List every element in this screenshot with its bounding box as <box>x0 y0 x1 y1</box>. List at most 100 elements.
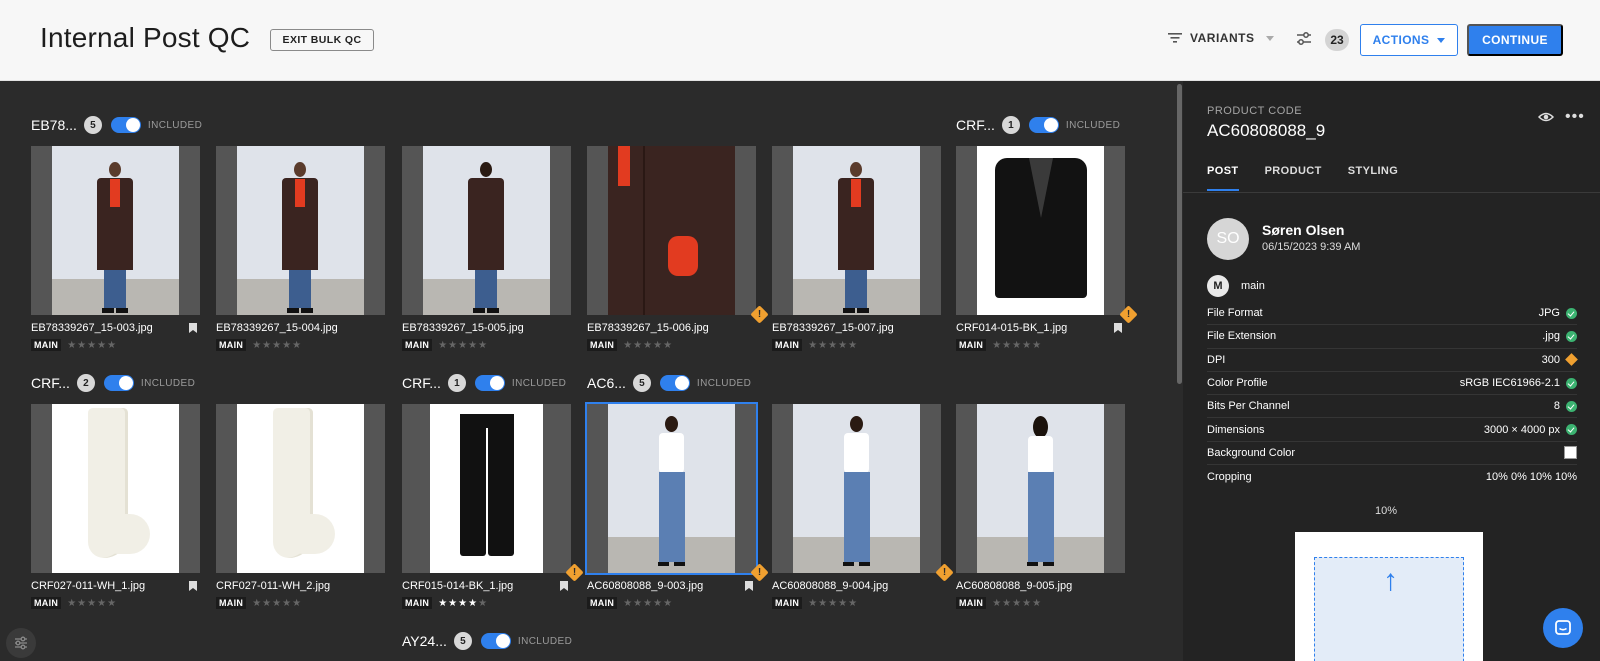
chat-support-button[interactable] <box>1543 608 1583 648</box>
image-thumbnail[interactable] <box>587 146 756 315</box>
image-card[interactable]: EB78339267_15-003.jpg MAIN ★★★★★ <box>31 146 200 351</box>
tab-styling[interactable]: STYLING <box>1348 165 1398 191</box>
image-card[interactable]: EB78339267_15-007.jpg MAIN ★★★★★ <box>772 146 941 351</box>
include-toggle[interactable] <box>480 633 511 649</box>
bookmark-icon[interactable] <box>745 581 753 591</box>
warning-icon[interactable]: ! <box>935 563 954 582</box>
panel-tabs: POST PRODUCT STYLING <box>1207 165 1398 191</box>
image-filename: EB78339267_15-007.jpg <box>772 322 894 334</box>
group-count-badge: 2 <box>76 374 95 392</box>
star-rating[interactable]: ★★★★★ <box>623 340 673 351</box>
product-photo <box>608 146 735 315</box>
warning-icon[interactable]: ! <box>750 563 769 582</box>
divider <box>1183 192 1600 193</box>
warning-icon[interactable]: ! <box>565 563 584 582</box>
include-toggle[interactable] <box>1028 117 1059 133</box>
product-photo <box>793 404 920 573</box>
property-value: 300 <box>1541 353 1560 366</box>
group-status: INCLUDED <box>140 377 196 389</box>
image-card[interactable]: CRF027-011-WH_2.jpg MAIN ★★★★★ <box>216 404 385 609</box>
variant-tag: MAIN <box>772 339 803 351</box>
include-toggle[interactable] <box>103 375 134 391</box>
top-bar: Internal Post QC EXIT BULK QC VARIANTS 2… <box>0 0 1600 81</box>
star-rating[interactable]: ★★★★★ <box>808 340 858 351</box>
group-count-badge: 5 <box>83 116 102 134</box>
image-card[interactable]: ! CRF015-014-BK_1.jpg MAIN ★★★★★ <box>402 404 584 609</box>
warning-icon[interactable]: ! <box>750 305 769 324</box>
bookmark-icon[interactable] <box>1114 323 1122 333</box>
bookmark-icon[interactable] <box>189 323 197 333</box>
property-value: 3000 × 4000 px <box>1483 423 1560 436</box>
image-thumbnail[interactable] <box>585 402 758 575</box>
tab-product[interactable]: PRODUCT <box>1265 165 1322 191</box>
more-options-icon[interactable]: ••• <box>1565 108 1585 126</box>
property-value: .jpg <box>1542 330 1560 343</box>
include-toggle[interactable] <box>110 117 141 133</box>
variants-filter[interactable]: VARIANTS <box>1168 31 1275 45</box>
filter-settings-button[interactable] <box>6 628 36 658</box>
check-circle-icon <box>1566 330 1577 342</box>
product-photo <box>977 404 1104 573</box>
crop-area[interactable]: ↑ <box>1314 557 1464 661</box>
group-count-badge: 1 <box>1001 116 1020 134</box>
check-circle-icon <box>1566 307 1577 319</box>
product-photo <box>237 404 364 573</box>
image-thumbnail[interactable] <box>956 404 1125 573</box>
user-name: Søren Olsen <box>1262 222 1345 238</box>
property-row: Dimensions 3000 × 4000 px <box>1207 418 1577 442</box>
star-rating[interactable]: ★★★★★ <box>808 598 858 609</box>
image-card[interactable]: ! EB78339267_15-006.jpg MAIN ★★★★★ <box>587 146 769 351</box>
group-name: AY24... <box>402 633 447 649</box>
image-card-selected[interactable]: ! AC60808088_9-003.jpg MAIN ★★★★★ <box>585 402 769 609</box>
sliders-icon[interactable] <box>1296 31 1312 47</box>
product-code: AC60808088_9 <box>1207 121 1326 140</box>
image-card[interactable]: CRF027-011-WH_1.jpg MAIN ★★★★★ <box>31 404 200 609</box>
star-rating[interactable]: ★★★★★ <box>438 598 488 609</box>
image-card[interactable]: AC60808088_9-005.jpg MAIN ★★★★★ <box>956 404 1125 609</box>
image-card[interactable]: ! CRF014-015-BK_1.jpg MAIN ★★★★★ <box>956 146 1138 351</box>
tab-post[interactable]: POST <box>1207 165 1239 191</box>
property-label: Color Profile <box>1207 377 1268 390</box>
include-toggle[interactable] <box>474 375 505 391</box>
image-thumbnail[interactable] <box>31 146 200 315</box>
bookmark-icon[interactable] <box>560 581 568 591</box>
image-thumbnail[interactable] <box>31 404 200 573</box>
image-thumbnail[interactable] <box>216 404 385 573</box>
chat-icon <box>1555 620 1571 635</box>
image-card[interactable]: EB78339267_15-005.jpg MAIN ★★★★★ <box>402 146 571 351</box>
star-rating[interactable]: ★★★★★ <box>252 598 302 609</box>
star-rating[interactable]: ★★★★★ <box>623 598 673 609</box>
image-thumbnail[interactable] <box>216 146 385 315</box>
image-thumbnail[interactable] <box>772 404 941 573</box>
image-thumbnail[interactable] <box>956 146 1125 315</box>
image-thumbnail[interactable] <box>772 146 941 315</box>
star-rating[interactable]: ★★★★★ <box>992 598 1042 609</box>
property-label: File Extension <box>1207 330 1277 343</box>
grid-scrollbar[interactable] <box>1177 84 1182 384</box>
image-card[interactable]: ! AC60808088_9-004.jpg MAIN ★★★★★ <box>772 404 954 609</box>
star-rating[interactable]: ★★★★★ <box>67 598 117 609</box>
group-name: CRF... <box>31 375 70 391</box>
continue-button[interactable]: CONTINUE <box>1467 24 1563 56</box>
warning-icon[interactable]: ! <box>1119 305 1138 324</box>
star-rating[interactable]: ★★★★★ <box>252 340 302 351</box>
star-rating[interactable]: ★★★★★ <box>992 340 1042 351</box>
eye-icon[interactable] <box>1538 111 1554 123</box>
image-thumbnail[interactable] <box>402 404 571 573</box>
actions-button[interactable]: ACTIONS <box>1360 24 1458 56</box>
image-thumbnail[interactable] <box>402 146 571 315</box>
star-rating[interactable]: ★★★★★ <box>67 340 117 351</box>
exit-bulk-qc-button[interactable]: EXIT BULK QC <box>270 29 374 51</box>
bookmark-icon[interactable] <box>189 581 197 591</box>
star-rating[interactable]: ★★★★★ <box>438 340 488 351</box>
product-photo <box>977 146 1104 315</box>
property-label: Background Color <box>1207 446 1296 459</box>
avatar: SO <box>1207 218 1249 260</box>
include-toggle[interactable] <box>659 375 690 391</box>
group-header: CRF... 2 INCLUDED <box>31 374 195 392</box>
variant-label: main <box>1241 280 1265 292</box>
property-row: Bits Per Channel 8 <box>1207 395 1577 419</box>
variant-tag: MAIN <box>402 339 433 351</box>
image-card[interactable]: EB78339267_15-004.jpg MAIN ★★★★★ <box>216 146 385 351</box>
property-row: DPI 300 <box>1207 349 1578 372</box>
